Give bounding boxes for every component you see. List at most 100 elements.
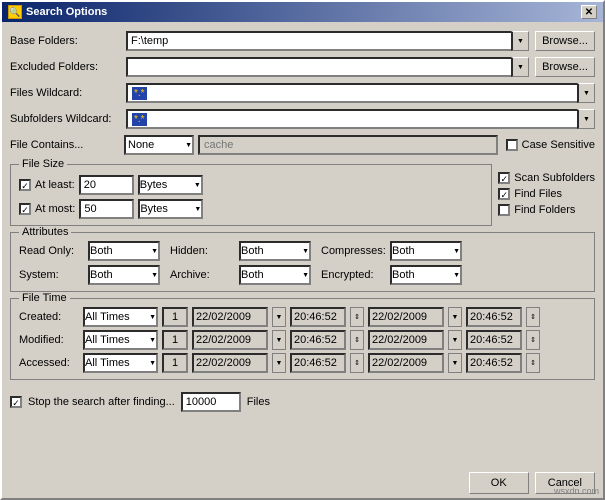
encrypted-select[interactable]: BothYesNo (390, 265, 462, 285)
scan-options: Scan Subfolders Find Files Find Folders (498, 162, 595, 226)
files-wildcard-row: Files Wildcard: *.* ▼ (10, 82, 595, 104)
base-folders-input[interactable] (126, 31, 511, 51)
accessed-type-select[interactable]: All TimesBeforeAfterBetween (83, 353, 158, 373)
scan-subfolders-label: Scan Subfolders (514, 172, 595, 184)
modified-date2-arrow[interactable]: ▼ (448, 330, 462, 350)
subfolders-wildcard-icon: *.* (132, 113, 147, 126)
modified-time1-arrow[interactable]: ⇕ (350, 330, 364, 350)
title-bar: 🔍 Search Options ✕ (2, 2, 603, 22)
accessed-time2-arrow[interactable]: ⇕ (526, 353, 540, 373)
excluded-folders-arrow[interactable]: ▼ (511, 57, 529, 77)
modified-type-select[interactable]: All TimesBeforeAfterBetween (83, 330, 158, 350)
at-least-label: At least: (35, 179, 75, 191)
hidden-label: Hidden: (170, 245, 235, 257)
system-item: System: BothYesNo (19, 265, 160, 285)
hidden-select[interactable]: BothYesNo (239, 241, 311, 261)
modified-time2-arrow[interactable]: ⇕ (526, 330, 540, 350)
at-least-input[interactable] (79, 175, 134, 195)
read-only-select[interactable]: BothYesNo (88, 241, 160, 261)
compresses-item: Compresses: BothYesNo (321, 241, 462, 261)
encrypted-item: Encrypted: BothYesNo (321, 265, 462, 285)
modified-num-input[interactable] (162, 330, 188, 350)
attributes-group: Attributes Read Only: BothYesNo Hidden: (10, 232, 595, 292)
accessed-time1-input[interactable] (290, 353, 346, 373)
file-contains-row: File Contains... None Text Binary Case S… (10, 134, 595, 156)
excluded-folders-combo: ▼ (126, 57, 529, 77)
stop-search-input[interactable] (181, 392, 241, 412)
middle-section: File Size At least: Bytes KB MB (10, 162, 595, 226)
compresses-select[interactable]: BothYesNo (390, 241, 462, 261)
subfolders-wildcard-combo: *.* ▼ (126, 109, 595, 129)
window-title: Search Options (26, 6, 107, 18)
base-folders-browse-button[interactable]: Browse... (535, 31, 595, 51)
at-most-label: At most: (35, 203, 75, 215)
accessed-num-input[interactable] (162, 353, 188, 373)
hidden-item: Hidden: BothYesNo (170, 241, 311, 261)
attributes-rows: Read Only: BothYesNo Hidden: BothYesNo (19, 241, 586, 285)
modified-date1-arrow[interactable]: ▼ (272, 330, 286, 350)
at-least-unit-select[interactable]: Bytes KB MB (138, 175, 203, 195)
case-sensitive-row: Case Sensitive (506, 139, 595, 151)
base-folders-arrow[interactable]: ▼ (511, 31, 529, 51)
close-button[interactable]: ✕ (581, 5, 597, 19)
created-type-select[interactable]: All TimesBeforeAfterBetween (83, 307, 158, 327)
at-least-checkbox[interactable] (19, 179, 31, 191)
created-date2-arrow[interactable]: ▼ (448, 307, 462, 327)
modified-label: Modified: (19, 334, 79, 346)
system-select[interactable]: BothYesNo (88, 265, 160, 285)
file-size-title: File Size (19, 158, 67, 170)
case-sensitive-checkbox[interactable] (506, 139, 518, 151)
at-least-row: At least: Bytes KB MB (19, 175, 483, 195)
at-most-unit-wrapper: Bytes KB MB (138, 199, 203, 219)
at-most-input[interactable] (79, 199, 134, 219)
accessed-time2-input[interactable] (466, 353, 522, 373)
archive-select-wrapper: BothYesNo (239, 265, 311, 285)
modified-time1-input[interactable] (290, 330, 346, 350)
created-time1-arrow[interactable]: ⇕ (350, 307, 364, 327)
watermark: wsxdn.com (554, 486, 599, 496)
accessed-date2-input[interactable] (368, 353, 444, 373)
ok-button[interactable]: OK (469, 472, 529, 494)
archive-label: Archive: (170, 269, 235, 281)
modified-time2-input[interactable] (466, 330, 522, 350)
modified-date2-input[interactable] (368, 330, 444, 350)
accessed-date1-input[interactable] (192, 353, 268, 373)
attributes-title: Attributes (19, 226, 71, 238)
scan-subfolders-checkbox[interactable] (498, 172, 510, 184)
created-num-input[interactable] (162, 307, 188, 327)
file-contains-type-wrapper: None Text Binary (124, 135, 194, 155)
excluded-folders-label: Excluded Folders: (10, 61, 120, 73)
created-time2-arrow[interactable]: ⇕ (526, 307, 540, 327)
accessed-date1-arrow[interactable]: ▼ (272, 353, 286, 373)
find-folders-checkbox[interactable] (498, 204, 510, 216)
base-folders-label: Base Folders: (10, 35, 120, 47)
encrypted-label: Encrypted: (321, 269, 386, 281)
find-files-checkbox[interactable] (498, 188, 510, 200)
accessed-date2-arrow[interactable]: ▼ (448, 353, 462, 373)
excluded-folders-input[interactable] (126, 57, 511, 77)
file-contains-input[interactable] (198, 135, 498, 155)
at-most-unit-select[interactable]: Bytes KB MB (138, 199, 203, 219)
modified-date1-input[interactable] (192, 330, 268, 350)
files-wildcard-arrow[interactable]: ▼ (577, 83, 595, 103)
excluded-folders-browse-button[interactable]: Browse... (535, 57, 595, 77)
accessed-label: Accessed: (19, 357, 79, 369)
read-only-select-wrapper: BothYesNo (88, 241, 160, 261)
archive-select[interactable]: BothYesNo (239, 265, 311, 285)
at-most-checkbox[interactable] (19, 203, 31, 215)
created-date1-arrow[interactable]: ▼ (272, 307, 286, 327)
base-folders-combo: ▼ (126, 31, 529, 51)
accessed-time1-arrow[interactable]: ⇕ (350, 353, 364, 373)
created-time1-input[interactable] (290, 307, 346, 327)
created-date2-input[interactable] (368, 307, 444, 327)
file-contains-type-select[interactable]: None Text Binary (124, 135, 194, 155)
find-files-label: Find Files (514, 188, 562, 200)
created-time2-input[interactable] (466, 307, 522, 327)
subfolders-wildcard-arrow[interactable]: ▼ (577, 109, 595, 129)
compresses-label: Compresses: (321, 245, 386, 257)
case-sensitive-label: Case Sensitive (522, 139, 595, 151)
bottom-buttons: OK Cancel (2, 468, 603, 498)
stop-search-checkbox[interactable] (10, 396, 22, 408)
encrypted-select-wrapper: BothYesNo (390, 265, 462, 285)
created-date1-input[interactable] (192, 307, 268, 327)
